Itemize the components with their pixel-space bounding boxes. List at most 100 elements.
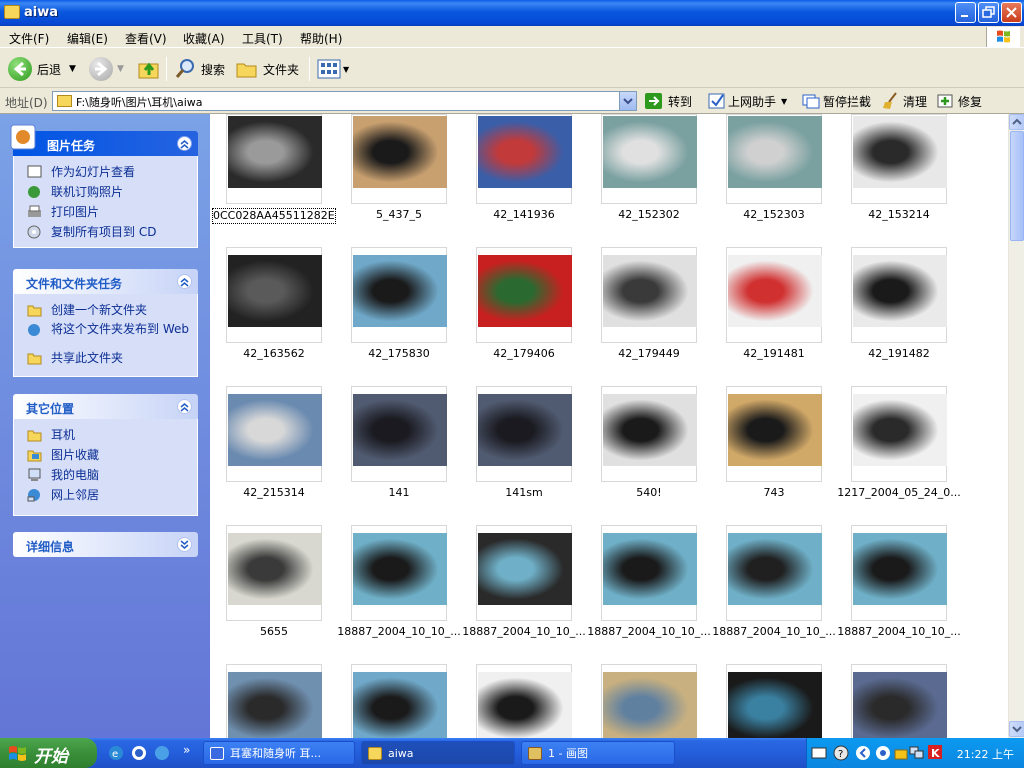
thumbnail[interactable] [601, 247, 697, 343]
file-name[interactable]: 42_191482 [837, 347, 961, 360]
popup-block-button[interactable]: 暂停拦截 [802, 92, 871, 110]
tray-network-icon[interactable] [909, 744, 925, 760]
thumbnail[interactable] [726, 664, 822, 738]
thumbnail[interactable] [851, 114, 947, 204]
thumbnail[interactable] [601, 386, 697, 482]
thumbnail[interactable] [226, 386, 322, 482]
file-tasks-header[interactable]: 文件和文件夹任务 [13, 269, 198, 294]
thumbnail[interactable] [851, 386, 947, 482]
collapse-chevron-icon[interactable] [177, 274, 192, 289]
back-button[interactable]: 后退 ▼ [8, 55, 76, 83]
file-name[interactable]: 141sm [462, 486, 586, 499]
file-view[interactable]: 0CC028AA45511282E7E73F1A5CA3DBD15_437_54… [210, 114, 1008, 738]
file-name[interactable]: 0CC028AA45511282E7E73F1A5CA3DBD1 [212, 208, 336, 224]
search-button[interactable]: 搜索 [174, 55, 225, 83]
task-earphones-window[interactable]: 耳塞和随身听 耳... [203, 741, 355, 765]
thumbnail[interactable] [476, 247, 572, 343]
thumbnail[interactable] [476, 386, 572, 482]
scroll-thumb[interactable] [1010, 131, 1024, 241]
minimize-button[interactable] [955, 2, 976, 23]
thumbnail[interactable] [601, 114, 697, 204]
slideshow-link[interactable]: 作为幻灯片查看 [14, 162, 197, 182]
vertical-scrollbar[interactable] [1008, 114, 1024, 738]
file-name[interactable]: 1217_2004_05_24_0... [837, 486, 961, 499]
file-name[interactable]: 42_179406 [462, 347, 586, 360]
thumbnail[interactable] [351, 247, 447, 343]
thumbnail[interactable] [476, 114, 572, 204]
quicklaunch-app-icon[interactable] [131, 745, 147, 761]
quicklaunch-expand-icon[interactable]: » [183, 743, 190, 757]
close-button[interactable] [1001, 2, 1022, 23]
restore-button[interactable] [978, 2, 999, 23]
thumbnail[interactable] [851, 247, 947, 343]
file-name[interactable]: 42_152302 [587, 208, 711, 221]
up-folder-button[interactable] [137, 55, 161, 83]
scroll-down-button[interactable] [1009, 721, 1024, 737]
file-name[interactable]: 18887_2004_10_10_... [837, 625, 961, 638]
thumbnail[interactable] [476, 525, 572, 621]
thumbnail[interactable] [476, 664, 572, 738]
file-name[interactable]: 42_179449 [587, 347, 711, 360]
menu-edit[interactable]: 编辑(E) [67, 30, 108, 47]
collapse-chevron-icon[interactable] [177, 399, 192, 414]
file-name[interactable]: 5655 [212, 625, 336, 638]
forward-button[interactable]: ▼ [89, 55, 124, 83]
file-name[interactable]: 18887_2004_10_10_... [712, 625, 836, 638]
thumbnail[interactable] [601, 664, 697, 738]
copy-to-cd-link[interactable]: 复制所有项目到 CD [14, 222, 197, 242]
repair-button[interactable]: 修复 [937, 92, 982, 110]
share-folder-link[interactable]: 共享此文件夹 [14, 348, 197, 368]
menu-tools[interactable]: 工具(T) [242, 30, 283, 47]
file-name[interactable]: 141 [337, 486, 461, 499]
antivirus-icon[interactable]: K [927, 744, 943, 760]
place-network[interactable]: 网上邻居 [14, 485, 197, 505]
file-name[interactable]: 42_152303 [712, 208, 836, 221]
quicklaunch-ie-icon[interactable]: e [108, 745, 124, 761]
file-name[interactable]: 42_153214 [837, 208, 961, 221]
address-dropdown-icon[interactable] [619, 92, 636, 110]
thumbnail[interactable] [351, 525, 447, 621]
file-name[interactable]: 42_191481 [712, 347, 836, 360]
thumbnail[interactable] [226, 247, 322, 343]
thumbnail[interactable] [726, 525, 822, 621]
file-name[interactable]: 42_163562 [212, 347, 336, 360]
picture-tasks-header[interactable]: 图片任务 [10, 124, 198, 156]
thumbnail[interactable] [226, 525, 322, 621]
keyboard-icon[interactable] [811, 746, 827, 760]
cleanup-button[interactable]: 清理 [882, 92, 927, 110]
file-name[interactable]: 18887_2004_10_10_... [337, 625, 461, 638]
thumbnail[interactable] [351, 664, 447, 738]
goto-button[interactable]: 转到 [645, 92, 692, 110]
folders-button[interactable]: 文件夹 [236, 55, 299, 83]
file-name[interactable]: 540! [587, 486, 711, 499]
order-prints-link[interactable]: 联机订购照片 [14, 182, 197, 202]
menu-view[interactable]: 查看(V) [125, 30, 167, 47]
publish-web-link[interactable]: 将这个文件夹发布到 Web [14, 320, 197, 348]
place-my-pictures[interactable]: 图片收藏 [14, 445, 197, 465]
file-name[interactable]: 18887_2004_10_10_... [462, 625, 586, 638]
place-my-computer[interactable]: 我的电脑 [14, 465, 197, 485]
tray-lock-icon[interactable] [893, 744, 909, 760]
thumbnail[interactable] [601, 525, 697, 621]
expand-chevron-icon[interactable] [177, 537, 192, 552]
file-name[interactable]: 18887_2004_10_10_... [587, 625, 711, 638]
scroll-up-button[interactable] [1009, 114, 1024, 130]
question-icon[interactable]: ? [833, 745, 849, 761]
thumbnail[interactable] [351, 114, 447, 204]
file-name[interactable]: 743 [712, 486, 836, 499]
menu-help[interactable]: 帮助(H) [300, 30, 342, 47]
task-aiwa-folder[interactable]: aiwa [361, 741, 515, 765]
details-header[interactable]: 详细信息 [13, 532, 198, 557]
views-button[interactable]: ▼ [317, 55, 349, 83]
print-pictures-link[interactable]: 打印图片 [14, 202, 197, 222]
menu-file[interactable]: 文件(F) [9, 30, 49, 47]
thumbnail[interactable] [851, 664, 947, 738]
title-bar[interactable]: aiwa [0, 0, 1024, 26]
start-button[interactable]: 开始 [0, 738, 97, 768]
other-places-header[interactable]: 其它位置 [13, 394, 198, 419]
tray-app-icon[interactable] [875, 745, 891, 761]
assistant-dropdown-icon[interactable]: ▼ [781, 97, 787, 106]
thumbnail[interactable] [726, 247, 822, 343]
thumbnail[interactable] [726, 386, 822, 482]
thumbnail[interactable] [851, 525, 947, 621]
